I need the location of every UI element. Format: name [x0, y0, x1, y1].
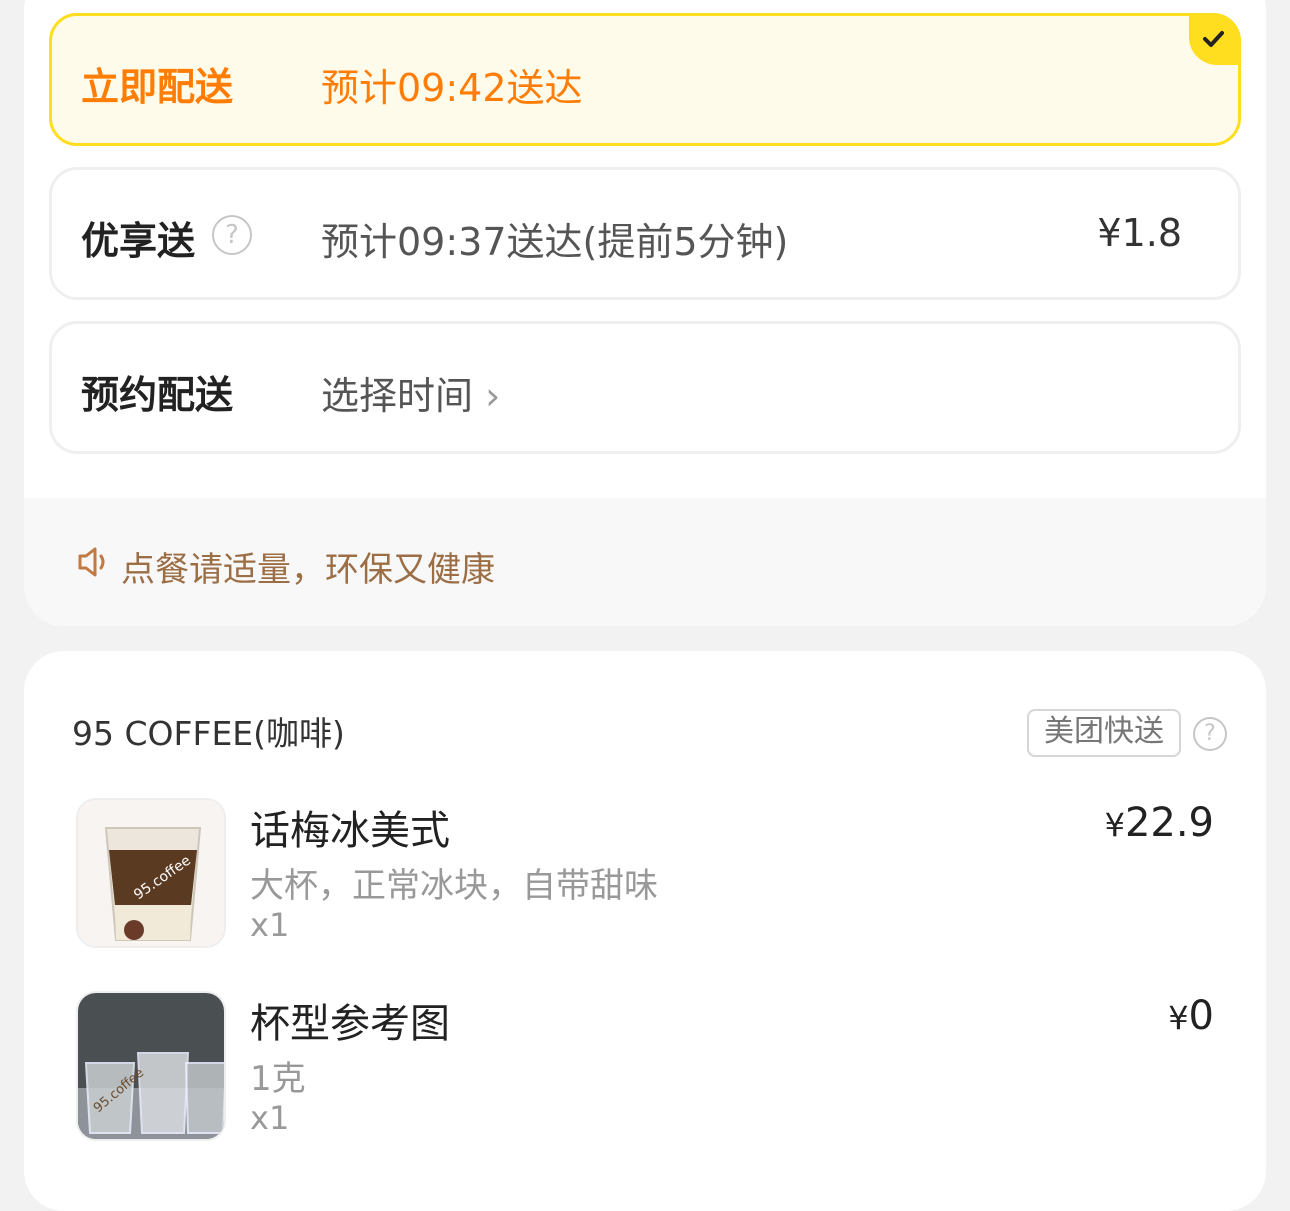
option-eta: 预计09:37送达(提前5分钟) [321, 220, 789, 264]
question-circle-icon[interactable]: ? [212, 215, 252, 255]
currency-symbol: ¥ [1104, 806, 1125, 844]
product-image: 95.coffee [76, 798, 226, 948]
delivery-type-badge: 美团快送 [1027, 709, 1181, 757]
delivery-option-immediate[interactable]: 立即配送 预计09:42送达 [49, 13, 1241, 146]
option-title: 预约配送 [81, 373, 234, 417]
chevron-right-icon: › [485, 374, 501, 418]
select-time-label: 选择时间 [321, 374, 474, 418]
product-image: 95.coffee [76, 991, 226, 1141]
product-name: 杯型参考图 [250, 1001, 450, 1047]
product-price: ¥0 [1168, 993, 1214, 1039]
option-price: ¥1.8 [1097, 211, 1182, 255]
select-time-link[interactable]: 选择时间 › [321, 365, 500, 420]
question-circle-icon[interactable]: ? [1193, 717, 1227, 751]
product-spec: 1克 [250, 1059, 306, 1099]
order-card: 95 COFFEE(咖啡) 美团快送 ? 95.coffee 话梅冰美式 大杯，… [24, 651, 1266, 1211]
check-icon [1203, 31, 1224, 47]
product-quantity: x1 [250, 1099, 290, 1137]
selected-check-badge [1189, 13, 1241, 65]
option-title: 立即配送 [81, 65, 234, 109]
price-value: 22.9 [1124, 800, 1214, 846]
product-quantity: x1 [250, 906, 290, 944]
product-price: ¥22.9 [1105, 800, 1214, 846]
order-item[interactable]: 95.coffee 话梅冰美式 大杯，正常冰块，自带甜味 x1 ¥22.9 [76, 798, 1216, 950]
product-name: 话梅冰美式 [250, 808, 450, 854]
speaker-icon [78, 547, 105, 577]
currency-symbol: ¥ [1168, 999, 1189, 1037]
eco-notice-banner: 点餐请适量，环保又健康 [24, 498, 1266, 626]
order-item[interactable]: 95.coffee 杯型参考图 1克 x1 ¥0 [76, 991, 1216, 1143]
delivery-option-priority[interactable]: 优享送 ? 预计09:37送达(提前5分钟) ¥1.8 [49, 167, 1241, 300]
option-title: 优享送 [81, 219, 196, 263]
product-spec: 大杯，正常冰块，自带甜味 [250, 866, 658, 906]
price-value: 0 [1188, 993, 1214, 1039]
notice-text: 点餐请适量，环保又健康 [121, 550, 495, 590]
shop-name[interactable]: 95 COFFEE(咖啡) [72, 707, 345, 755]
option-eta: 预计09:42送达 [321, 66, 583, 110]
delivery-option-scheduled[interactable]: 预约配送 选择时间 › [49, 321, 1241, 454]
